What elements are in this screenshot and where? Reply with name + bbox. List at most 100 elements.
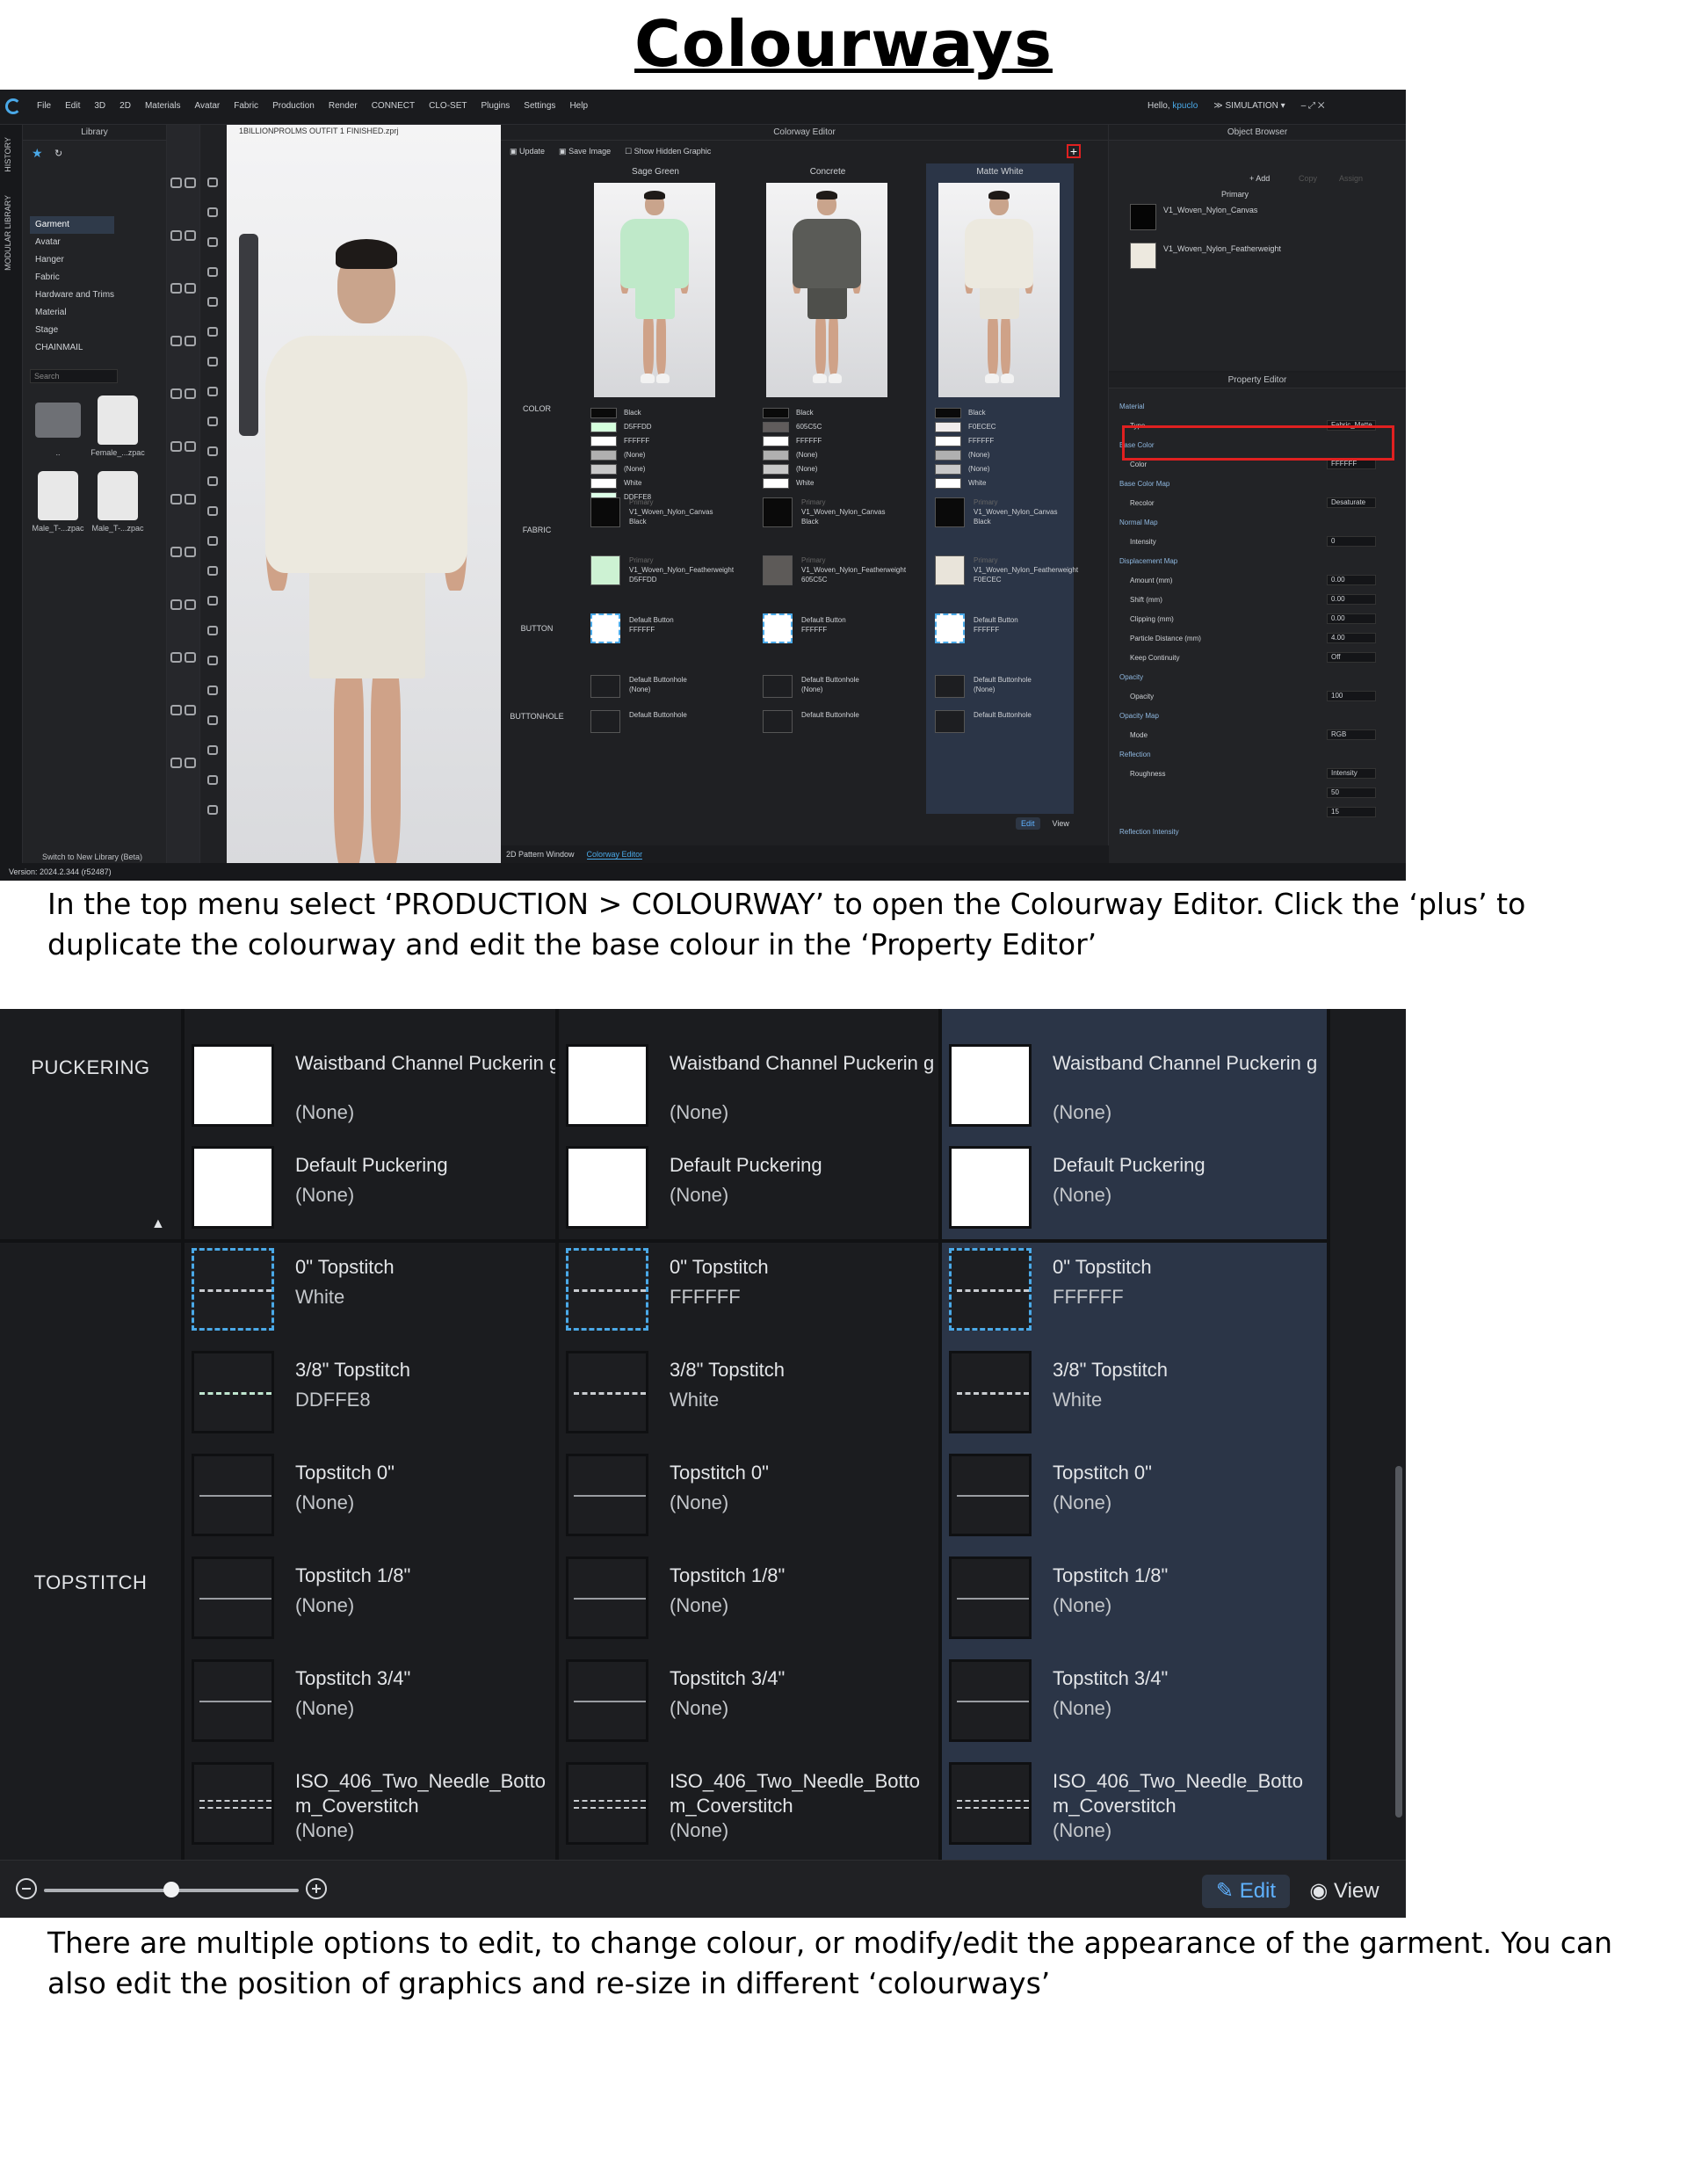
- menu-item-plugins[interactable]: Plugins: [481, 101, 510, 111]
- colorway-name[interactable]: Matte White: [926, 163, 1074, 181]
- topstitch-swatch[interactable]: [566, 1248, 648, 1331]
- add-button[interactable]: + Add: [1249, 174, 1270, 183]
- color-row[interactable]: (None): [763, 464, 817, 478]
- topstitch-swatch[interactable]: [566, 1556, 648, 1639]
- colorway-render[interactable]: [594, 183, 715, 397]
- color-row[interactable]: F0ECEC: [935, 422, 996, 436]
- tool-icon[interactable]: [185, 652, 196, 663]
- topstitch-swatch[interactable]: [192, 1248, 274, 1331]
- topstitch-swatch[interactable]: [192, 1556, 274, 1639]
- puckering-item[interactable]: Default Puckering (None): [566, 1146, 930, 1234]
- topstitch-item[interactable]: Topstitch 0" (None): [949, 1454, 1320, 1542]
- property-row[interactable]: Opacity Map: [1119, 710, 1392, 722]
- menu-item-avatar[interactable]: Avatar: [195, 101, 221, 111]
- topstitch-swatch[interactable]: [949, 1248, 1032, 1331]
- property-value[interactable]: 50: [1327, 787, 1376, 798]
- tool-icon[interactable]: [207, 715, 218, 725]
- library-search-input[interactable]: Search: [30, 369, 118, 383]
- color-row[interactable]: Black: [763, 408, 814, 422]
- fabric-swatch[interactable]: [763, 497, 793, 527]
- menu-item-help[interactable]: Help: [569, 101, 588, 111]
- topstitch-swatch[interactable]: [949, 1454, 1032, 1536]
- add-colorway-button[interactable]: +: [1067, 144, 1081, 158]
- menu-item-settings[interactable]: Settings: [524, 101, 555, 111]
- property-row[interactable]: Opacity: [1119, 671, 1392, 684]
- topstitch-swatch[interactable]: [192, 1454, 274, 1536]
- library-item[interactable]: Male_T-...zpac: [30, 471, 86, 533]
- tool-icon[interactable]: [185, 178, 196, 188]
- star-icon[interactable]: ★: [32, 146, 43, 161]
- library-tree-item[interactable]: Hanger: [30, 251, 114, 269]
- color-row[interactable]: D5FFDD: [590, 422, 652, 436]
- topstitch-swatch[interactable]: [949, 1556, 1032, 1639]
- puckering-swatch[interactable]: [566, 1044, 648, 1127]
- color-row[interactable]: (None): [590, 464, 645, 478]
- tool-icon[interactable]: [185, 283, 196, 294]
- topstitch-item[interactable]: 3/8" Topstitch White: [949, 1351, 1320, 1439]
- topstitch-swatch[interactable]: [949, 1351, 1032, 1433]
- property-row[interactable]: Roughness Intensity: [1119, 768, 1392, 780]
- window-controls[interactable]: – ⤢ ✕: [1301, 101, 1325, 111]
- property-row[interactable]: Base Color Map: [1119, 478, 1392, 490]
- zoom-in-icon[interactable]: [306, 1878, 327, 1899]
- tool-icon[interactable]: [207, 237, 218, 247]
- library-tree-item[interactable]: Garment: [30, 216, 115, 234]
- color-row[interactable]: FFFFFF: [590, 436, 649, 450]
- tool-icon[interactable]: [170, 494, 182, 504]
- fabric-row[interactable]: V1_Woven_Nylon_Canvas: [1130, 204, 1394, 232]
- tool-icon[interactable]: [207, 446, 218, 456]
- property-value[interactable]: 15: [1327, 807, 1376, 817]
- edit-button[interactable]: Edit: [1016, 817, 1040, 830]
- color-row[interactable]: Black: [590, 408, 641, 422]
- tool-icon[interactable]: [207, 207, 218, 217]
- menu-item-edit[interactable]: Edit: [65, 101, 80, 111]
- property-row[interactable]: Reflection: [1119, 749, 1392, 761]
- property-value[interactable]: 4.00: [1327, 633, 1376, 643]
- menu-item-render[interactable]: Render: [329, 101, 358, 111]
- tool-icon[interactable]: [170, 547, 182, 557]
- tool-icon[interactable]: [207, 656, 218, 665]
- topstitch-swatch[interactable]: [566, 1454, 648, 1536]
- property-value[interactable]: RGB: [1327, 729, 1376, 740]
- property-value[interactable]: Desaturate: [1327, 497, 1376, 508]
- property-row[interactable]: Amount (mm) 0.00: [1119, 575, 1392, 587]
- buttonhole-swatch[interactable]: [935, 675, 965, 698]
- copy-button[interactable]: Copy: [1299, 174, 1317, 183]
- fabric-swatch[interactable]: [935, 497, 965, 527]
- button-swatch[interactable]: [763, 613, 793, 643]
- library-tree-item[interactable]: Stage: [30, 322, 114, 339]
- tool-icon[interactable]: [207, 327, 218, 337]
- topstitch-swatch[interactable]: [566, 1762, 648, 1845]
- fabric-row[interactable]: V1_Woven_Nylon_Featherweight: [1130, 243, 1394, 271]
- topstitch-item[interactable]: 3/8" Topstitch DDFFE8: [192, 1351, 547, 1439]
- library-tree-item[interactable]: Avatar: [30, 234, 114, 251]
- fabric-swatch[interactable]: [763, 555, 793, 585]
- colorway-render[interactable]: [938, 183, 1060, 397]
- property-row[interactable]: Normal Map: [1119, 517, 1392, 529]
- topstitch-item[interactable]: 3/8" Topstitch White: [566, 1351, 930, 1439]
- tab-history[interactable]: HISTORY: [4, 137, 12, 172]
- color-row[interactable]: Black: [935, 408, 986, 422]
- buttonhole-swatch[interactable]: [590, 675, 620, 698]
- tool-icon[interactable]: [207, 267, 218, 277]
- color-row[interactable]: (None): [935, 450, 989, 464]
- user-name[interactable]: kpuclo: [1172, 101, 1198, 111]
- topstitch-swatch[interactable]: [566, 1659, 648, 1742]
- tool-icon[interactable]: [207, 805, 218, 815]
- tool-icon[interactable]: [207, 357, 218, 366]
- property-row[interactable]: Reflection Intensity: [1119, 826, 1392, 838]
- colorway-name[interactable]: Concrete: [754, 163, 901, 181]
- property-row[interactable]: Particle Distance (mm) 4.00: [1119, 633, 1392, 645]
- library-item[interactable]: ..: [30, 395, 86, 457]
- property-row[interactable]: Mode RGB: [1119, 729, 1392, 742]
- tool-icon[interactable]: [207, 387, 218, 396]
- puckering-item[interactable]: Default Puckering (None): [192, 1146, 547, 1234]
- puckering-swatch[interactable]: [192, 1146, 274, 1229]
- tool-icon[interactable]: [185, 758, 196, 768]
- property-value[interactable]: 0.00: [1327, 594, 1376, 605]
- tool-icon[interactable]: [207, 686, 218, 695]
- topstitch-item[interactable]: Topstitch 1/8" (None): [949, 1556, 1320, 1644]
- topstitch-item[interactable]: ISO_406_Two_Needle_Botto m_Coverstitch (N…: [192, 1762, 547, 1850]
- puckering-item[interactable]: Waistband Channel Puckerin g (None): [566, 1044, 934, 1132]
- fabric-swatch[interactable]: [935, 555, 965, 585]
